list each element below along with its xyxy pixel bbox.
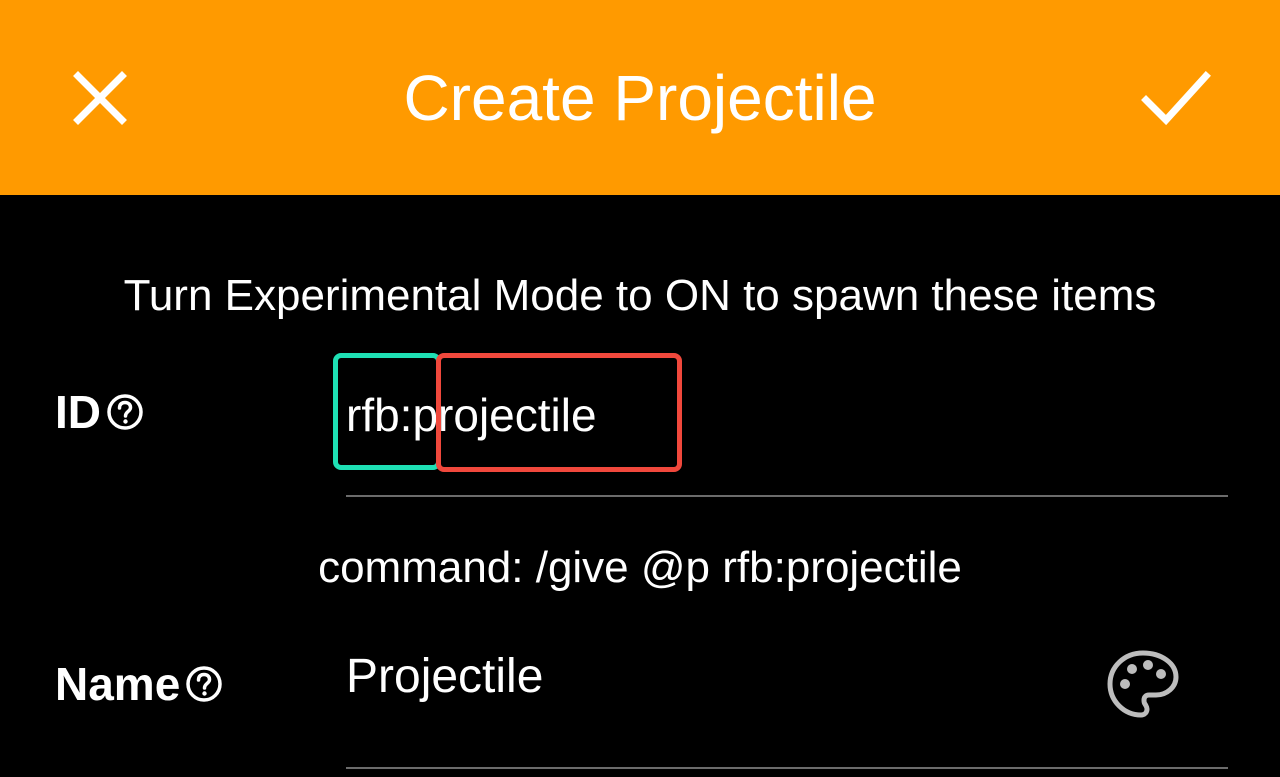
- id-input[interactable]: rfb:projectile: [346, 380, 1226, 450]
- name-label-text: Name: [55, 658, 181, 710]
- confirm-button[interactable]: [1136, 58, 1216, 138]
- help-icon[interactable]: [105, 392, 145, 432]
- name-field-label: Name: [55, 656, 224, 712]
- name-input[interactable]: Projectile: [346, 642, 1086, 712]
- page-title: Create Projectile: [403, 62, 877, 134]
- id-field-label: ID: [55, 384, 145, 440]
- id-label-text: ID: [55, 386, 101, 438]
- name-input-underline: [346, 767, 1228, 769]
- text-color-button[interactable]: [1104, 648, 1182, 720]
- experimental-mode-notice: Turn Experimental Mode to ON to spawn th…: [123, 271, 1157, 320]
- palette-icon: [1107, 650, 1179, 718]
- id-input-underline: [346, 495, 1228, 497]
- give-command-text: command: /give @p rfb:projectile: [318, 543, 962, 592]
- close-button[interactable]: [60, 58, 140, 138]
- close-icon: [73, 71, 127, 125]
- app-bar: Create Projectile: [0, 0, 1280, 195]
- create-projectile-screen: Create Projectile Turn Experimental Mode…: [0, 0, 1280, 777]
- help-icon[interactable]: [184, 664, 224, 704]
- id-namespace-prefix: rfb:: [346, 389, 413, 441]
- id-value: projectile: [412, 389, 597, 441]
- check-icon: [1141, 71, 1211, 126]
